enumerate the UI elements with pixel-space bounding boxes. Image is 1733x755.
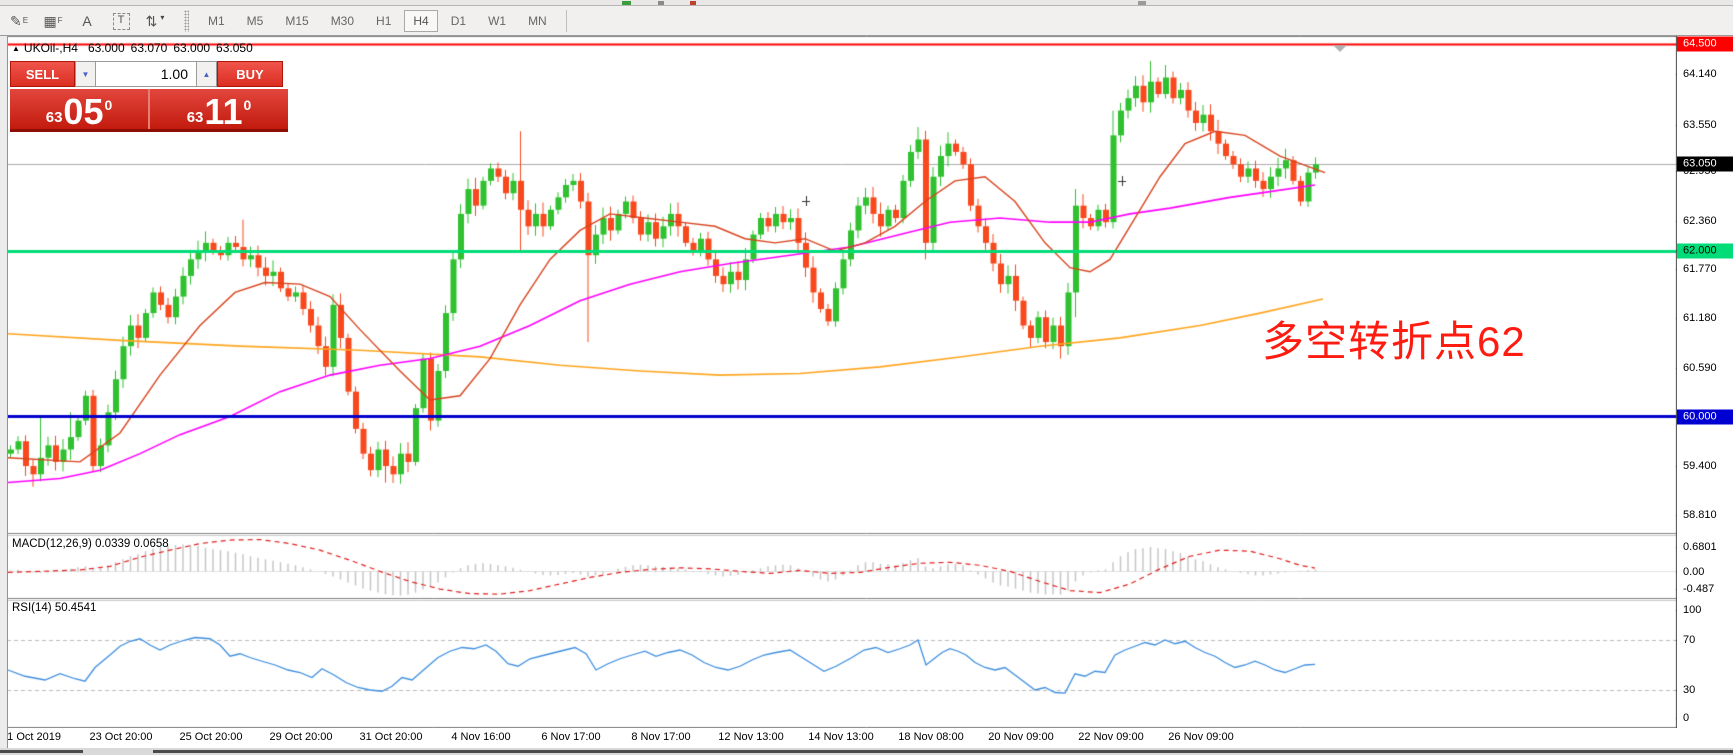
buy-price-pips: 11 (204, 91, 243, 132)
scrollbar-segment[interactable] (153, 750, 1733, 753)
macd-indicator-label: MACD(12,26,9) 0.0339 0.0658 (12, 538, 169, 550)
bottom-window-edge (0, 748, 1733, 755)
time-axis-label: 23 Oct 20:00 (89, 731, 153, 743)
arrows-objects-icon[interactable]: ⇅ ▾ (140, 9, 170, 32)
price-tick-label: 60.590 (1683, 362, 1717, 374)
draw-styles-icon: ✎ (9, 13, 22, 29)
macd-tick-label: -0.487 (1683, 583, 1715, 595)
grid-properties-icon: ▦ (43, 13, 57, 29)
icon-subscript: F (57, 16, 63, 25)
drawing-tools-group: ✎ E ▦ F A T ⇅ ▾ (0, 9, 170, 32)
time-axis-label: 22 Nov 09:00 (1078, 731, 1144, 743)
volume-decrease-button[interactable]: ▼ (75, 61, 96, 87)
time-axis-label: 12 Nov 13:00 (718, 731, 784, 743)
dropdown-caret-icon[interactable]: ▾ (160, 7, 164, 28)
toolbar-separator (565, 9, 567, 32)
text-label-icon[interactable]: A (72, 9, 102, 32)
collapse-panel-icon[interactable]: ▲ (12, 44, 20, 53)
time-axis-label: 14 Nov 13:00 (808, 731, 874, 743)
rsi-tick-label: 100 (1683, 604, 1702, 616)
ohlc-high: 63.070 (130, 41, 168, 55)
timeframe-m1-button[interactable]: M1 (199, 10, 234, 32)
timeframe-m5-button[interactable]: M5 (238, 10, 273, 32)
symbol-title: UKOil-,H4 (23, 41, 78, 55)
time-axis-label: 18 Nov 08:00 (898, 731, 964, 743)
ohlc-low: 63.000 (173, 41, 211, 55)
icon-subscript: E (22, 16, 29, 25)
price-tick-label: 62.360 (1683, 215, 1717, 227)
timeframe-h1-button[interactable]: H1 (367, 10, 400, 32)
rsi-tick-label: 30 (1683, 684, 1696, 696)
price-tick-label: 63.550 (1683, 119, 1717, 131)
timeframe-d1-button[interactable]: D1 (442, 10, 475, 32)
price-tick-label: 64.140 (1683, 68, 1717, 80)
sell-price-tile[interactable]: 63 05 0 (10, 89, 148, 132)
time-axis-label: 6 Nov 17:00 (541, 731, 601, 743)
time-axis-label: 20 Nov 09:00 (988, 731, 1054, 743)
timeframe-w1-button[interactable]: W1 (479, 10, 515, 32)
ohlc-close: 63.050 (216, 41, 253, 55)
price-tick-label: 58.810 (1683, 509, 1717, 521)
macd-tick-label: 0.00 (1683, 566, 1705, 578)
macd-tick-label: 0.6801 (1683, 541, 1717, 553)
sell-price-whole: 63 (45, 109, 63, 126)
sell-button[interactable]: SELL (10, 61, 75, 87)
buy-button[interactable]: BUY (217, 61, 283, 87)
cropped-icon (622, 1, 631, 5)
timeframe-m15-button[interactable]: M15 (276, 10, 317, 32)
volume-input[interactable] (96, 61, 196, 87)
cropped-icon (658, 1, 664, 5)
scrollbar-segment[interactable] (0, 750, 83, 753)
time-axis-label: 8 Nov 17:00 (631, 731, 691, 743)
price-tick-label: 61.770 (1683, 263, 1717, 275)
time-axis[interactable]: 21 Oct 2019 23 Oct 20:00 25 Oct 20:00 29 Oc… (0, 728, 1733, 748)
chart-text-annotation: 多空转折点62 (1262, 318, 1526, 365)
sell-price-pips: 05 (63, 91, 104, 132)
timeframe-h4-button[interactable]: H4 (404, 9, 438, 32)
price-level-badge: 63.050 (1677, 156, 1733, 172)
chart-title-bar: ▲ UKOil-,H4 63.000 63.070 63.000 63.050 (12, 41, 259, 55)
sell-price-point: 0 (104, 97, 113, 113)
price-axis[interactable]: 64.14063.55062.95062.36061.77061.18060.5… (1677, 36, 1733, 748)
time-axis-label: 4 Nov 16:00 (451, 731, 511, 743)
price-tick-label: 61.180 (1683, 312, 1717, 324)
ohlc-open: 63.000 (87, 41, 125, 55)
buy-price-point: 0 (243, 97, 252, 113)
cropped-icon (690, 1, 696, 5)
toolbar-grip[interactable] (184, 9, 189, 32)
chart-toolbar: ✎ E ▦ F A T ⇅ ▾ M1 M5 M15 M30 H1 H4 D1 W1 MN (0, 6, 1733, 36)
rsi-tick-label: 70 (1683, 634, 1696, 646)
grid-properties-icon[interactable]: ▦ F (38, 9, 68, 32)
text-box-icon[interactable]: T (106, 9, 136, 32)
price-tick-label: 59.400 (1683, 460, 1717, 472)
rsi-indicator-label: RSI(14) 50.4541 (12, 602, 97, 614)
one-click-trading-panel: SELL ▼ ▲ BUY 63 05 0 63 11 0 (10, 61, 288, 132)
price-level-badge: 60.000 (1677, 409, 1733, 425)
price-level-badge: 62.000 (1677, 243, 1733, 259)
time-axis-label: 31 Oct 20:00 (359, 731, 423, 743)
timeframe-m30-button[interactable]: M30 (322, 10, 363, 32)
time-axis-label: 29 Oct 20:00 (269, 731, 333, 743)
time-axis-label: 21 Oct 2019 (1, 731, 61, 743)
timeframes-group: M1 M5 M15 M30 H1 H4 D1 W1 MN (197, 9, 558, 32)
rsi-tick-label: 0 (1683, 712, 1690, 724)
timeframe-mn-button[interactable]: MN (519, 10, 556, 32)
mt4-terminal-window: ✎ E ▦ F A T ⇅ ▾ M1 M5 M15 M30 H1 H4 D1 W1 MN ▲ UKOil-,H4… (0, 0, 1733, 755)
price-level-badge: 64.500 (1677, 36, 1733, 52)
text-box-icon: T (112, 13, 130, 30)
text-label-icon: A (82, 13, 92, 29)
cropped-icon (1138, 1, 1146, 5)
time-axis-label: 25 Oct 20:00 (179, 731, 243, 743)
buy-price-tile[interactable]: 63 11 0 (148, 89, 288, 132)
time-axis-label: 26 Nov 09:00 (1168, 731, 1234, 743)
draw-styles-icon[interactable]: ✎ E (4, 9, 34, 32)
buy-price-whole: 63 (186, 109, 204, 126)
arrows-objects-icon: ⇅ (145, 13, 158, 29)
volume-increase-button[interactable]: ▲ (196, 61, 217, 87)
left-window-edge (0, 35, 8, 748)
